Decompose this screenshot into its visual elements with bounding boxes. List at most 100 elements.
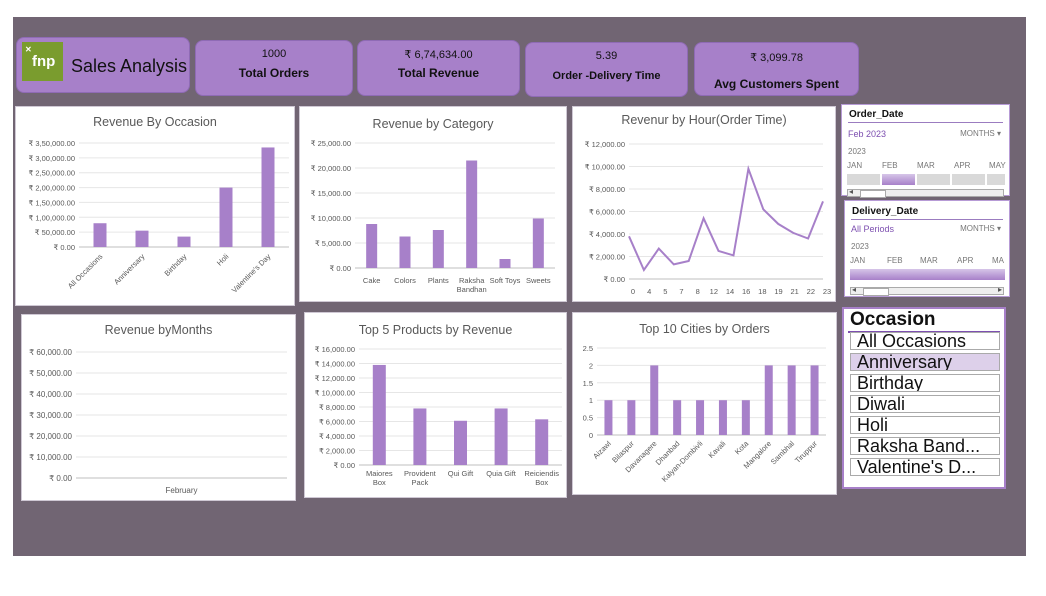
timeline-cell-mar[interactable] <box>917 174 950 185</box>
kpi-label: Total Revenue <box>397 66 480 80</box>
x-tick-label: Box <box>535 478 548 487</box>
timeline-scrollbar[interactable]: ◂ <box>847 187 1004 198</box>
x-tick-label: Raksha <box>459 276 485 285</box>
slicer-delivery-date[interactable]: Delivery_Date All Periods MONTHS ▾ 2023 … <box>844 200 1010 297</box>
x-tick-label: Quia Gift <box>486 469 517 478</box>
x-tick-label: Maiores <box>366 469 393 478</box>
timeline-bar[interactable] <box>847 174 1005 185</box>
kpi-value: ₹ 3,099.78 <box>750 52 803 64</box>
x-tick-label: 5 <box>663 287 667 296</box>
bar <box>650 365 659 435</box>
slicer-item[interactable]: Birthday <box>850 374 1000 392</box>
y-tick-label: ₹ 10,000.00 <box>311 214 351 223</box>
slicer-item[interactable]: All Occasions <box>850 332 1000 350</box>
kpi-label: Total Orders <box>238 66 310 80</box>
y-tick-label: ₹ 0.00 <box>49 474 72 483</box>
x-tick-label: 22 <box>807 287 815 296</box>
series-line <box>628 164 824 273</box>
x-tick-label: Cake <box>363 276 381 285</box>
fnp-logo: ✕ fnp <box>22 42 63 81</box>
y-tick-label: ₹ 0.00 <box>334 461 355 470</box>
x-tick-label: Sweets <box>526 276 551 285</box>
x-tick-label: Reiciendis <box>524 469 559 478</box>
bar <box>535 419 549 465</box>
x-tick-label: Provident <box>404 469 437 478</box>
y-tick-label: 2.5 <box>583 344 593 353</box>
month-label: JAN <box>847 161 863 170</box>
bar <box>93 223 107 247</box>
y-tick-label: ₹ 14,000.00 <box>315 360 355 369</box>
scroll-thumb[interactable] <box>860 190 886 198</box>
month-label: FEB <box>882 161 898 170</box>
y-tick-label: ₹ 50,000.00 <box>35 228 75 237</box>
bar <box>741 400 750 435</box>
scroll-left-icon[interactable]: ◂ <box>852 285 856 294</box>
slicer-period: All Periods <box>851 224 895 234</box>
timeline-bar[interactable] <box>850 269 1005 280</box>
scroll-thumb[interactable] <box>863 288 889 296</box>
chevron-down-icon: ▾ <box>996 129 1001 138</box>
bar <box>261 147 275 247</box>
timeline-scrollbar[interactable]: ◂ ▸ <box>850 285 1004 296</box>
slicer-year: 2023 <box>848 147 866 156</box>
kpi-label: Avg Customers Spent <box>714 77 839 91</box>
y-tick-label: ₹ 8,000.00 <box>589 185 625 194</box>
bar <box>494 408 508 465</box>
timeline-cell-feb[interactable] <box>882 174 915 185</box>
y-tick-label: ₹ 16,000.00 <box>315 345 355 354</box>
chevron-down-icon: ▾ <box>996 224 1001 233</box>
timeline-cell-apr[interactable] <box>952 174 985 185</box>
x-tick-label: Anniversary <box>112 252 147 287</box>
chart-top-products: Top 5 Products by Revenue ₹ 0.00 ₹ 2,000.… <box>304 312 567 498</box>
kpi-delivery-time: 5.39 Order -Delivery Time <box>525 42 688 97</box>
bar <box>219 187 233 247</box>
y-tick-label: ₹ 30,000.00 <box>29 411 72 420</box>
month-label: FEB <box>887 256 903 265</box>
kpi-label: Order -Delivery Time <box>552 70 661 82</box>
x-tick-label: Qui Gift <box>448 469 474 478</box>
y-tick-label: ₹ 2,000.00 <box>589 253 625 262</box>
chart-svg: ₹ 0.00 ₹ 50,000.00 ₹ 1,00,000.00 ₹ 1,50,000… <box>29 139 289 295</box>
y-tick-label: ₹ 12,000.00 <box>585 140 625 149</box>
x-tick-label: 8 <box>696 287 700 296</box>
slicer-title: Order_Date <box>849 109 904 120</box>
chart-svg: ₹ 0.00 ₹ 5,000.00 ₹ 10,000.00 ₹ 15,000.00 ₹ … <box>311 139 555 294</box>
y-tick-label: 2 <box>589 361 593 370</box>
slicer-item[interactable]: Diwali <box>850 395 1000 413</box>
month-label: MA <box>992 256 1004 265</box>
timeline-cell-jan[interactable] <box>847 174 880 185</box>
x-tick-label: All Occasions <box>66 252 105 291</box>
y-tick-label: ₹ 5,000.00 <box>315 239 351 248</box>
slicer-occasion[interactable]: Occasion All Occasions Anniversary Birth… <box>842 307 1006 489</box>
slicer-item[interactable]: Raksha Band... <box>850 437 1000 455</box>
scroll-left-icon[interactable]: ◂ <box>849 187 853 196</box>
logo-card: ✕ fnp Sales Analysis <box>16 37 190 93</box>
y-tick-label: ₹ 0.00 <box>330 264 351 273</box>
x-tick-label: Pack <box>412 478 429 487</box>
chart-svg: ₹ 0.00 ₹ 10,000.00 ₹ 20,000.00 ₹ 30,000.00 ₹… <box>29 348 287 495</box>
y-tick-label: ₹ 4,000.00 <box>319 432 355 441</box>
slicer-item-selected[interactable]: Anniversary <box>850 353 1000 371</box>
chart-title: Top 5 Products by Revenue <box>358 323 513 337</box>
y-tick-label: 1.5 <box>583 379 593 388</box>
timeline-level-dropdown[interactable]: MONTHS ▾ <box>960 129 1001 138</box>
y-tick-label: ₹ 2,50,000.00 <box>29 169 75 178</box>
x-tick-label: Bandhan <box>457 285 487 294</box>
y-tick-label: 0.5 <box>583 414 593 423</box>
logo-text: fnp <box>32 53 56 70</box>
y-tick-label: ₹ 6,000.00 <box>589 208 625 217</box>
divider <box>848 122 1003 123</box>
timeline-level-dropdown[interactable]: MONTHS ▾ <box>960 224 1001 233</box>
month-label: JAN <box>850 256 866 265</box>
bar <box>673 400 682 435</box>
chart-title: Revenur by Hour(Order Time) <box>621 113 787 127</box>
bar <box>764 365 773 435</box>
timeline-cell-may[interactable] <box>987 174 1005 185</box>
slicer-item[interactable]: Holi <box>850 416 1000 434</box>
x-tick-label: Tiruppur <box>793 439 819 465</box>
slicer-item[interactable]: Valentine's D... <box>850 458 1000 476</box>
slicer-order-date[interactable]: Order_Date Feb 2023 MONTHS ▾ 2023 JAN FE… <box>841 104 1010 198</box>
x-tick-label: Holi <box>215 252 231 268</box>
y-tick-label: ₹ 1,50,000.00 <box>29 198 75 207</box>
scroll-right-icon[interactable]: ▸ <box>998 285 1002 294</box>
